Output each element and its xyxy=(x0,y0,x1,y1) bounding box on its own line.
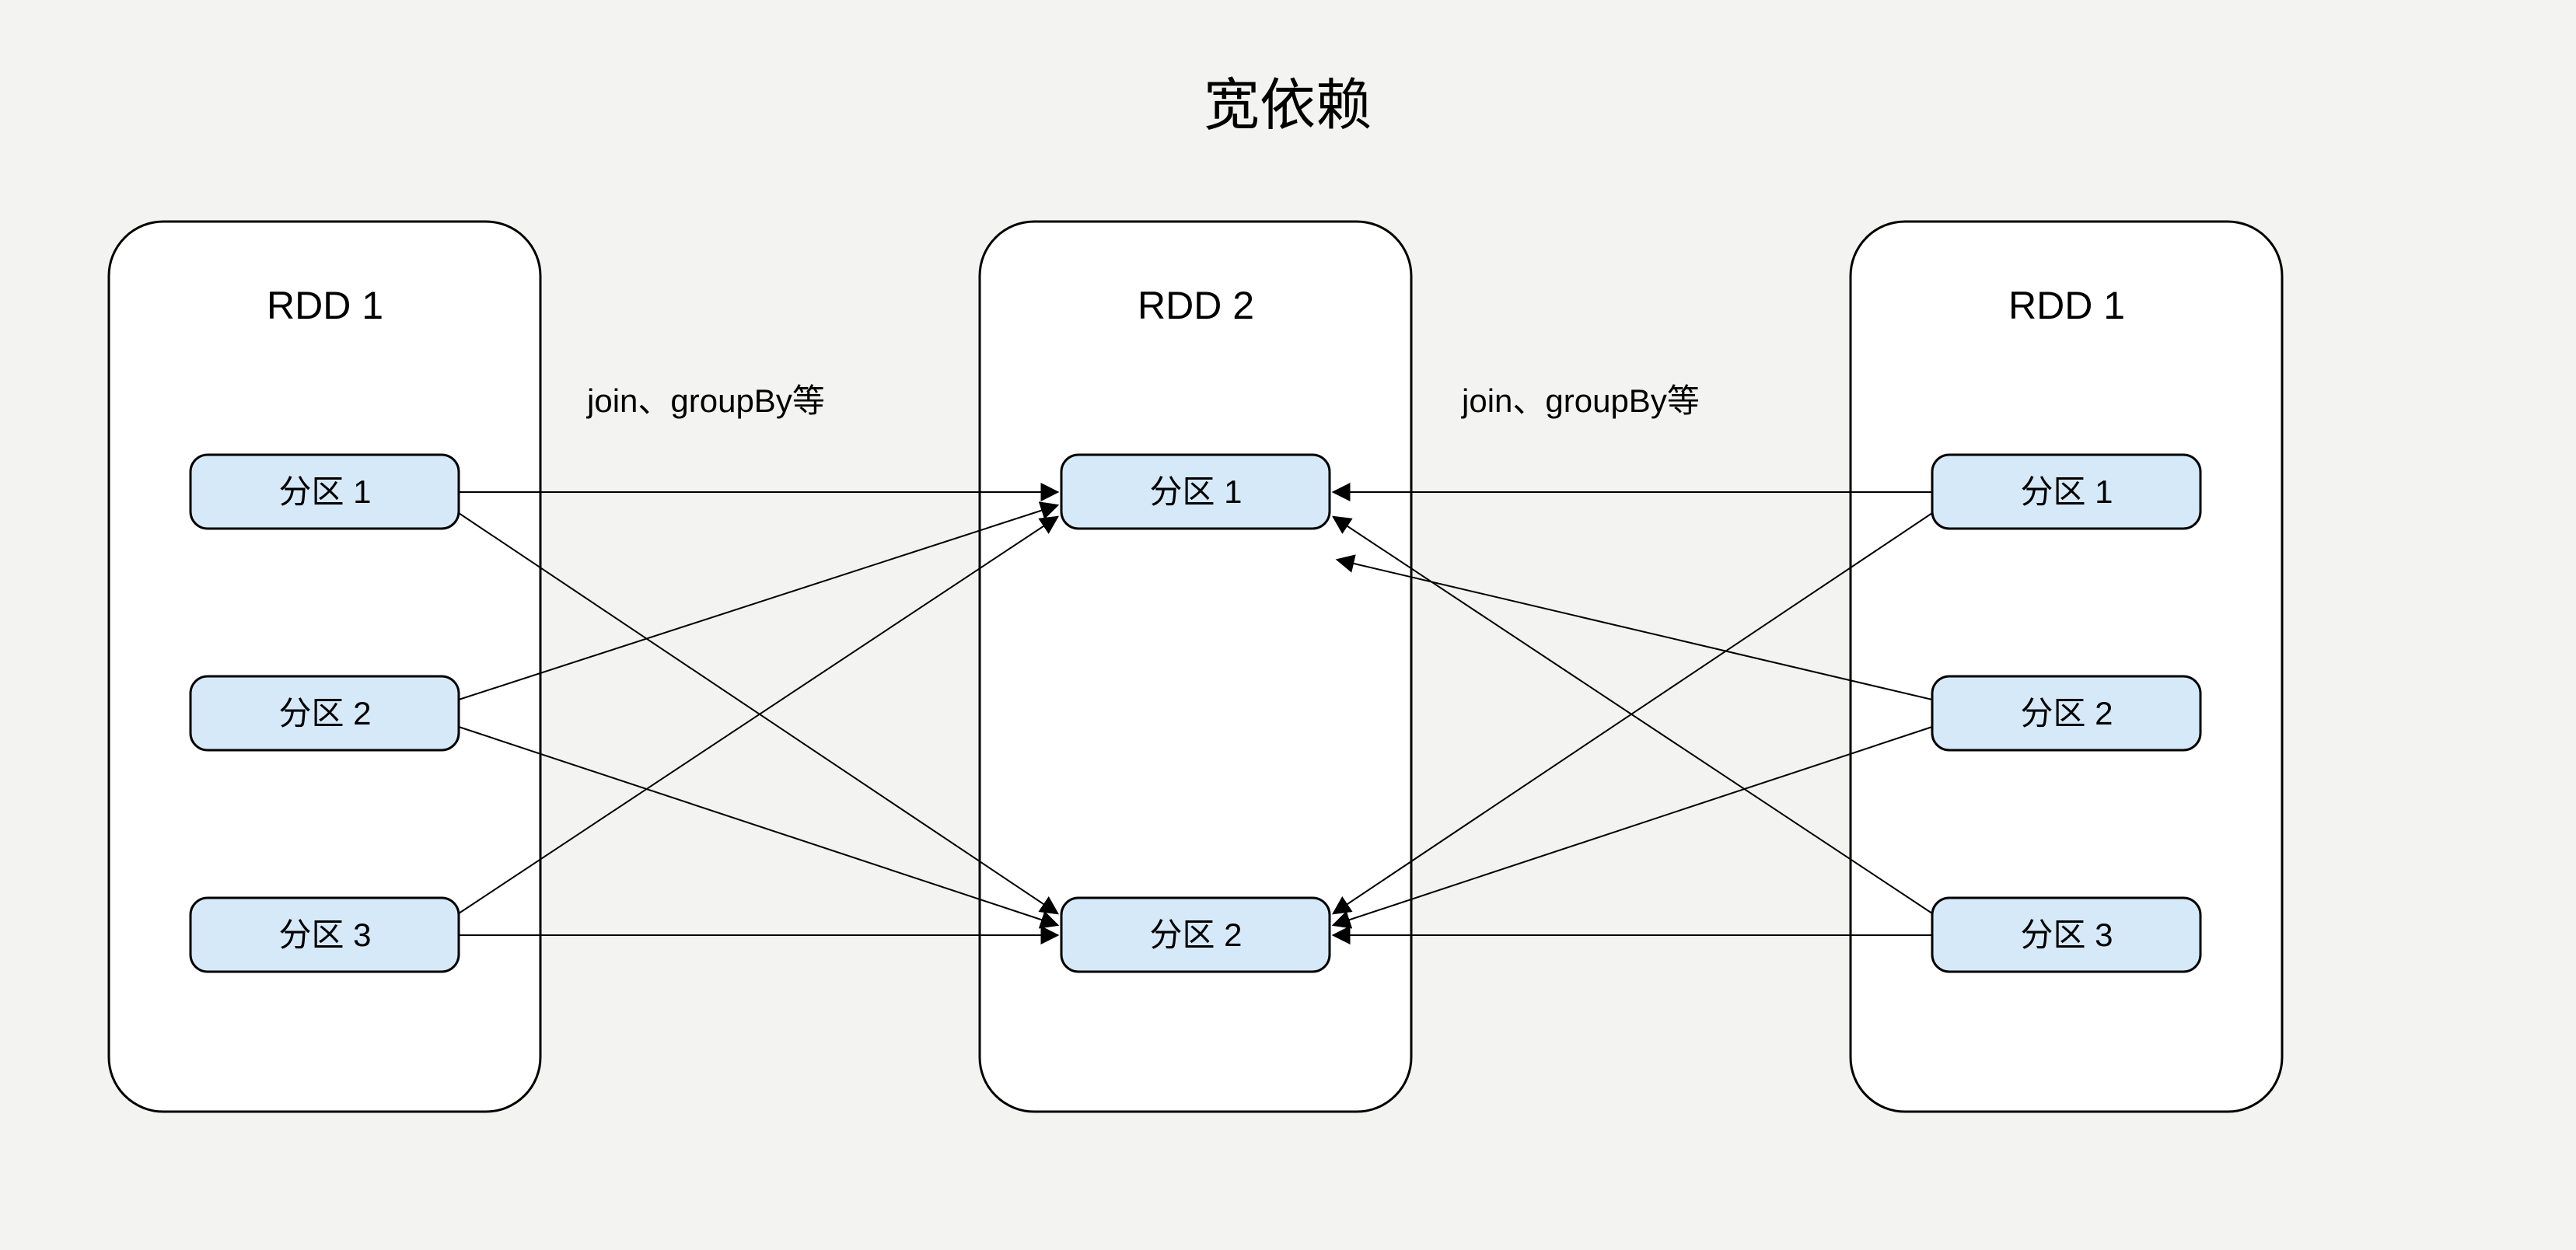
left-partition-2-label: 分区 2 xyxy=(278,695,371,731)
left-partition-3-label: 分区 3 xyxy=(278,917,371,953)
diagram-title: 宽依赖 xyxy=(1204,75,1372,137)
right-partition-3-label: 分区 3 xyxy=(2020,917,2113,953)
wide-dependency-diagram: 宽依赖 RDD 1 分区 1 分区 2 分区 3 RDD 2 分区 1 分区 2… xyxy=(0,0,2576,1250)
center-partition-1-label: 分区 1 xyxy=(1149,473,1242,510)
center-partition-2-label: 分区 2 xyxy=(1149,917,1242,953)
right-partition-1-label: 分区 1 xyxy=(2020,473,2113,510)
right-rdd: RDD 1 分区 1 分区 2 分区 3 xyxy=(1851,222,2282,1112)
op-label-left: join、groupBy等 xyxy=(585,382,825,419)
right-rdd-title: RDD 1 xyxy=(2008,284,2125,327)
left-partition-1-label: 分区 1 xyxy=(278,473,371,510)
op-label-right: join、groupBy等 xyxy=(1460,382,1700,419)
left-edges xyxy=(459,492,1057,935)
right-partition-2-label: 分区 2 xyxy=(2020,695,2113,731)
left-rdd: RDD 1 分区 1 分区 2 分区 3 xyxy=(109,222,540,1112)
right-edges xyxy=(1333,492,1932,935)
center-rdd: RDD 2 分区 1 分区 2 xyxy=(980,222,1411,1112)
left-rdd-title: RDD 1 xyxy=(267,284,383,327)
center-rdd-title: RDD 2 xyxy=(1138,284,1254,327)
